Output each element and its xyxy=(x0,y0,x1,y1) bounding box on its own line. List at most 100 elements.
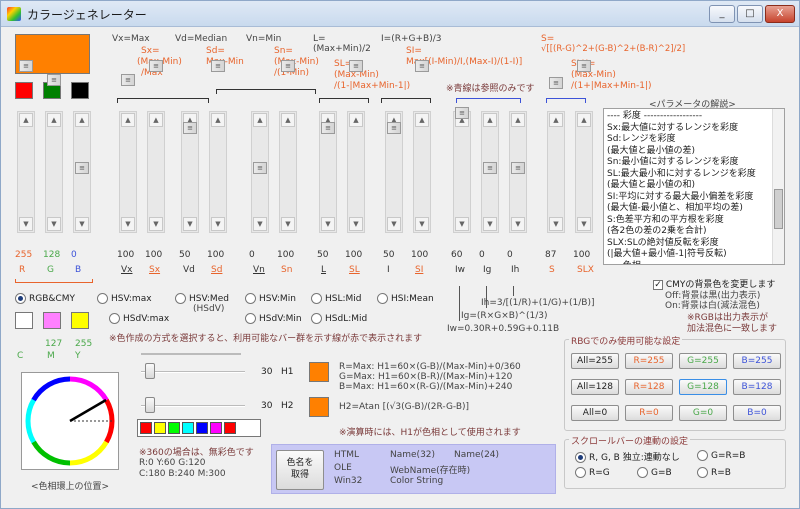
params-scroll-thumb[interactable] xyxy=(774,189,783,229)
slider-thumb[interactable]: ≡ xyxy=(349,60,363,72)
maximize-button[interactable]: □ xyxy=(737,5,763,23)
hue-palette[interactable] xyxy=(137,419,261,437)
mode-hsl-mid-radio[interactable]: HSL:Mid xyxy=(311,293,362,304)
slider-thumb[interactable]: ≡ xyxy=(253,162,267,174)
slider-thumb[interactable]: ≡ xyxy=(19,60,33,72)
h1-slider-thumb[interactable] xyxy=(145,363,155,379)
arrow-up-icon[interactable]: ▲ xyxy=(75,113,89,127)
arrow-up-icon[interactable]: ▲ xyxy=(47,113,61,127)
slider-thumb[interactable]: ≡ xyxy=(415,60,429,72)
link-gb-radio[interactable]: G=B xyxy=(637,467,672,478)
link-rg-radio[interactable]: R=G xyxy=(575,467,610,478)
slider-ih[interactable]: ▲ ≡ ▼ xyxy=(509,111,527,233)
slider-slx[interactable]: ▲ ≡ ▼ xyxy=(575,60,593,233)
arrow-down-icon[interactable]: ▼ xyxy=(121,217,135,231)
arrow-up-icon[interactable]: ▲ xyxy=(415,113,429,127)
slider-thumb[interactable]: ≡ xyxy=(281,60,295,72)
arrow-down-icon[interactable]: ▼ xyxy=(211,217,225,231)
set-b-255-button[interactable]: B=255 xyxy=(733,353,781,369)
h2-track[interactable] xyxy=(141,405,245,407)
arrow-down-icon[interactable]: ▼ xyxy=(149,217,163,231)
link-independent-radio[interactable]: R, G, B 独立:連動なし xyxy=(575,450,680,463)
arrow-up-icon[interactable]: ▲ xyxy=(149,113,163,127)
arrow-down-icon[interactable]: ▼ xyxy=(349,217,363,231)
slider-thumb[interactable]: ≡ xyxy=(211,60,225,72)
minimize-button[interactable]: _ xyxy=(709,5,735,23)
set-all-128-button[interactable]: All=128 xyxy=(571,379,619,395)
palette-color-swatch[interactable] xyxy=(140,422,152,434)
set-g-255-button[interactable]: G=255 xyxy=(679,353,727,369)
palette-color-swatch[interactable] xyxy=(224,422,236,434)
link-grb-radio[interactable]: G=R=B xyxy=(697,450,745,461)
palette-color-swatch[interactable] xyxy=(154,422,166,434)
slider-thumb[interactable]: ≡ xyxy=(511,162,525,174)
mode-hsdv-max-radio[interactable]: HSdV:max xyxy=(109,313,169,324)
slider-i[interactable]: ▲ ≡ ▼ xyxy=(385,111,403,233)
arrow-down-icon[interactable]: ▼ xyxy=(577,217,591,231)
set-r-255-button[interactable]: R=255 xyxy=(625,353,673,369)
slider-vn[interactable]: ▲ ≡ ▼ xyxy=(251,111,269,233)
slider-vd[interactable]: ▲ ≡ ▼ xyxy=(181,111,199,233)
arrow-up-icon[interactable]: ▲ xyxy=(19,113,33,127)
arrow-down-icon[interactable]: ▼ xyxy=(281,217,295,231)
slider-thumb[interactable]: ≡ xyxy=(387,122,401,134)
arrow-down-icon[interactable]: ▼ xyxy=(415,217,429,231)
h1-track[interactable] xyxy=(141,371,245,373)
slider-thumb[interactable]: ≡ xyxy=(577,60,591,72)
close-button[interactable]: X xyxy=(765,5,795,23)
arrow-down-icon[interactable]: ▼ xyxy=(47,217,61,231)
slider-thumb[interactable]: ≡ xyxy=(75,162,89,174)
slider-thumb[interactable]: ≡ xyxy=(183,122,197,134)
arrow-down-icon[interactable]: ▼ xyxy=(19,217,33,231)
mode-hsdl-mid-radio[interactable]: HSdL:Mid xyxy=(311,313,367,324)
mode-hsi-mean-radio[interactable]: HSI:Mean xyxy=(377,293,434,304)
slider-sn[interactable]: ▲ ≡ ▼ xyxy=(279,60,297,233)
params-scrollbar[interactable] xyxy=(772,109,784,264)
palette-color-swatch[interactable] xyxy=(182,422,194,434)
mode-hsdv-min-radio[interactable]: HSdV:Min xyxy=(245,313,302,324)
arrow-up-icon[interactable]: ▲ xyxy=(121,113,135,127)
palette-color-swatch[interactable] xyxy=(210,422,222,434)
slider-vx[interactable]: ▲ ≡ ▼ xyxy=(119,74,137,233)
set-all-0-button[interactable]: All=0 xyxy=(571,405,619,421)
slider-iw[interactable]: ▲ ≡ ▼ xyxy=(453,107,471,233)
arrow-down-icon[interactable]: ▼ xyxy=(387,217,401,231)
arrow-down-icon[interactable]: ▼ xyxy=(253,217,267,231)
slider-si[interactable]: ▲ ≡ ▼ xyxy=(413,60,431,233)
slider-thumb[interactable]: ≡ xyxy=(549,77,563,89)
arrow-down-icon[interactable]: ▼ xyxy=(455,217,469,231)
slider-sd[interactable]: ▲ ≡ ▼ xyxy=(209,60,227,233)
mode-hsv-med-radio[interactable]: HSV:Med xyxy=(175,293,229,304)
arrow-up-icon[interactable]: ▲ xyxy=(253,113,267,127)
mode-hsv-max-radio[interactable]: HSV:max xyxy=(97,293,152,304)
set-r-0-button[interactable]: R=0 xyxy=(625,405,673,421)
arrow-down-icon[interactable]: ▼ xyxy=(183,217,197,231)
set-g-128-button[interactable]: G=128 xyxy=(679,379,727,395)
arrow-down-icon[interactable]: ▼ xyxy=(483,217,497,231)
slider-s[interactable]: ▲ ≡ ▼ xyxy=(547,77,565,233)
slider-thumb[interactable]: ≡ xyxy=(321,122,335,134)
set-b-0-button[interactable]: B=0 xyxy=(733,405,781,421)
slider-r[interactable]: ▲ ≡ ▼ xyxy=(17,60,35,233)
slider-thumb[interactable]: ≡ xyxy=(47,74,61,86)
set-all-255-button[interactable]: All=255 xyxy=(571,353,619,369)
slider-thumb[interactable]: ≡ xyxy=(455,107,469,119)
slider-thumb[interactable]: ≡ xyxy=(121,74,135,86)
link-rb-radio[interactable]: R=B xyxy=(697,467,731,478)
arrow-down-icon[interactable]: ▼ xyxy=(75,217,89,231)
params-textbox[interactable]: ---- 彩度 ------------------ Sx:最大値に対するレンジを… xyxy=(603,108,785,265)
mode-hsv-min-radio[interactable]: HSV:Min xyxy=(245,293,296,304)
arrow-down-icon[interactable]: ▼ xyxy=(321,217,335,231)
palette-color-swatch[interactable] xyxy=(168,422,180,434)
slider-b[interactable]: ▲ ≡ ▼ xyxy=(73,111,91,233)
get-color-name-button[interactable]: 色名を 取得 xyxy=(276,450,324,490)
slider-ig[interactable]: ▲ ≡ ▼ xyxy=(481,111,499,233)
arrow-down-icon[interactable]: ▼ xyxy=(549,217,563,231)
set-g-0-button[interactable]: G=0 xyxy=(679,405,727,421)
arrow-down-icon[interactable]: ▼ xyxy=(511,217,525,231)
arrow-up-icon[interactable]: ▲ xyxy=(577,113,591,127)
arrow-up-icon[interactable]: ▲ xyxy=(349,113,363,127)
slider-g[interactable]: ▲ ≡ ▼ xyxy=(45,74,63,233)
slider-sx[interactable]: ▲ ≡ ▼ xyxy=(147,60,165,233)
mode-rgbcmy-radio[interactable]: RGB&CMY xyxy=(15,293,75,304)
